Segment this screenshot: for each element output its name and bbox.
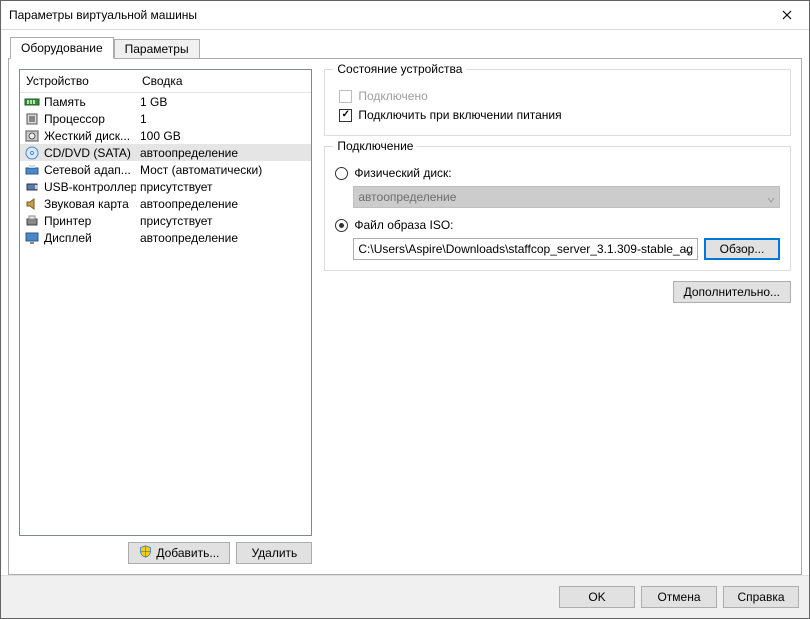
close-button[interactable]: [764, 1, 809, 29]
iso-file-row[interactable]: Файл образа ISO:: [335, 216, 780, 234]
device-name: Жесткий диск...: [44, 129, 136, 143]
header-summary[interactable]: Сводка: [136, 74, 311, 88]
device-row-net[interactable]: Сетевой адап...Мост (автоматически): [20, 161, 311, 178]
shield-icon: [139, 545, 152, 561]
tab-options-label: Параметры: [125, 42, 189, 56]
cd-icon: [24, 145, 40, 161]
device-list-header: Устройство Сводка: [20, 70, 311, 93]
device-list[interactable]: Устройство Сводка Память1 GBПроцессор1Же…: [19, 69, 312, 536]
device-summary: автоопределение: [136, 146, 311, 160]
device-buttons: Добавить... Удалить: [19, 542, 312, 564]
add-device-button[interactable]: Добавить...: [128, 542, 230, 564]
cancel-button[interactable]: Отмена: [641, 586, 717, 608]
browse-button[interactable]: Обзор...: [704, 238, 780, 260]
help-button[interactable]: Справка: [723, 586, 799, 608]
device-row-display[interactable]: Дисплейавтоопределение: [20, 229, 311, 246]
device-status-title: Состояние устройства: [333, 62, 466, 76]
connected-checkbox: [339, 90, 352, 103]
connect-on-power-label: Подключить при включении питания: [358, 108, 561, 122]
vm-settings-window: Параметры виртуальной машины Оборудовани…: [0, 0, 810, 619]
iso-path-value: C:\Users\Aspire\Downloads\staffcop_serve…: [358, 242, 693, 256]
device-summary: присутствует: [136, 180, 311, 194]
header-device[interactable]: Устройство: [20, 74, 136, 88]
cpu-icon: [24, 111, 40, 127]
device-name: Процессор: [44, 112, 136, 126]
net-icon: [24, 162, 40, 178]
device-status-group: Состояние устройства Подключено Подключи…: [324, 69, 791, 136]
device-summary: Мост (автоматически): [136, 163, 311, 177]
tab-hardware-label: Оборудование: [21, 41, 103, 55]
iso-file-radio[interactable]: [335, 219, 348, 232]
device-summary: 100 GB: [136, 129, 311, 143]
device-summary: автоопределение: [136, 231, 311, 245]
dialog-footer: OK Отмена Справка: [1, 575, 809, 618]
display-icon: [24, 230, 40, 246]
physical-disk-label: Физический диск:: [354, 166, 451, 180]
connect-on-power-checkbox[interactable]: [339, 109, 352, 122]
device-summary: 1: [136, 112, 311, 126]
tab-hardware[interactable]: Оборудование: [10, 37, 114, 59]
device-row-memory[interactable]: Память1 GB: [20, 93, 311, 110]
physical-disk-value: автоопределение: [358, 190, 456, 204]
connected-label: Подключено: [358, 89, 427, 103]
device-summary: автоопределение: [136, 197, 311, 211]
device-row-cpu[interactable]: Процессор1: [20, 110, 311, 127]
physical-disk-combo: автоопределение: [353, 186, 780, 208]
memory-icon: [24, 94, 40, 110]
hdd-icon: [24, 128, 40, 144]
device-row-cd[interactable]: CD/DVD (SATA)автоопределение: [20, 144, 311, 161]
ok-button[interactable]: OK: [559, 586, 635, 608]
advanced-row: Дополнительно...: [324, 281, 791, 303]
device-summary: присутствует: [136, 214, 311, 228]
advanced-label: Дополнительно...: [684, 285, 780, 299]
cancel-label: Отмена: [657, 590, 700, 604]
device-row-sound[interactable]: Звуковая картаавтоопределение: [20, 195, 311, 212]
chevron-down-icon: [767, 193, 775, 201]
device-name: Сетевой адап...: [44, 163, 136, 177]
chevron-down-icon[interactable]: [685, 245, 693, 253]
device-name: Звуковая карта: [44, 197, 136, 211]
client-area: Оборудование Параметры Устройство Сводка…: [1, 30, 809, 618]
iso-path-combo[interactable]: C:\Users\Aspire\Downloads\staffcop_serve…: [353, 238, 698, 260]
device-row-hdd[interactable]: Жесткий диск...100 GB: [20, 127, 311, 144]
browse-label: Обзор...: [720, 242, 765, 256]
help-label: Справка: [737, 590, 784, 604]
connection-group: Подключение Физический диск: автоопредел…: [324, 146, 791, 271]
usb-icon: [24, 179, 40, 195]
close-icon: [782, 10, 792, 20]
iso-path-row: C:\Users\Aspire\Downloads\staffcop_serve…: [335, 238, 780, 260]
device-row-usb[interactable]: USB-контроллерприсутствует: [20, 178, 311, 195]
connected-row: Подключено: [339, 87, 780, 105]
device-summary: 1 GB: [136, 95, 311, 109]
device-name: Принтер: [44, 214, 136, 228]
device-list-body: Память1 GBПроцессор1Жесткий диск...100 G…: [20, 93, 311, 535]
tabs-area: Оборудование Параметры Устройство Сводка…: [1, 30, 809, 575]
right-column: Состояние устройства Подключено Подключи…: [324, 69, 791, 564]
window-title: Параметры виртуальной машины: [9, 8, 764, 22]
physical-disk-radio[interactable]: [335, 167, 348, 180]
tab-panel-hardware: Устройство Сводка Память1 GBПроцессор1Же…: [8, 58, 802, 575]
ok-label: OK: [588, 590, 605, 604]
physical-disk-combo-wrap: автоопределение: [335, 186, 780, 208]
device-name: CD/DVD (SATA): [44, 146, 136, 160]
physical-disk-row[interactable]: Физический диск:: [335, 164, 780, 182]
device-name: Дисплей: [44, 231, 136, 245]
tabstrip: Оборудование Параметры: [10, 37, 802, 58]
device-name: Память: [44, 95, 136, 109]
connection-title: Подключение: [333, 139, 417, 153]
device-name: USB-контроллер: [44, 180, 136, 194]
tab-options[interactable]: Параметры: [114, 39, 200, 58]
remove-device-button[interactable]: Удалить: [236, 542, 312, 564]
titlebar: Параметры виртуальной машины: [1, 1, 809, 30]
iso-file-label: Файл образа ISO:: [354, 218, 453, 232]
remove-device-label: Удалить: [251, 546, 297, 560]
sound-icon: [24, 196, 40, 212]
left-column: Устройство Сводка Память1 GBПроцессор1Же…: [19, 69, 312, 564]
printer-icon: [24, 213, 40, 229]
advanced-button[interactable]: Дополнительно...: [673, 281, 791, 303]
device-row-printer[interactable]: Принтерприсутствует: [20, 212, 311, 229]
connect-on-power-row[interactable]: Подключить при включении питания: [339, 106, 780, 124]
add-device-label: Добавить...: [156, 546, 219, 560]
